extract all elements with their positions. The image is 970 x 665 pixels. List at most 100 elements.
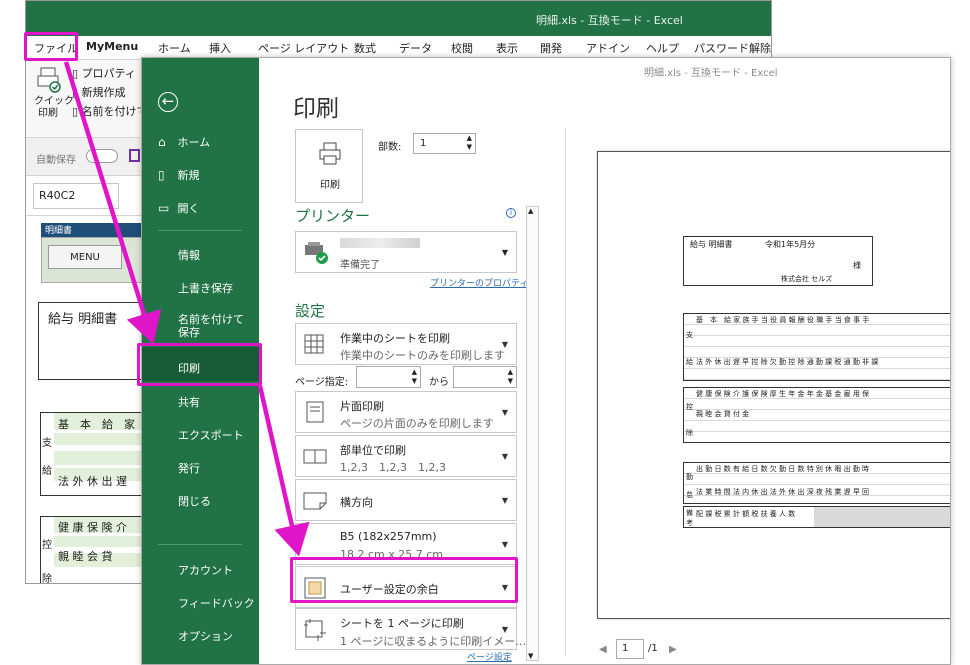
save-icon[interactable]	[129, 149, 140, 162]
page-total: /1	[648, 643, 658, 654]
bg-title-bar: 明細.xls - 互換モード - Excel	[26, 1, 771, 36]
sheet-tab-label: 明細書	[41, 223, 151, 237]
nav-new[interactable]: ▯ 新規	[158, 167, 200, 183]
tab-password-unlock[interactable]: パスワード解除	[694, 40, 771, 56]
pages-to-input[interactable]: ▲ ▼	[453, 366, 517, 388]
preview-row-hougai: 法 外 休 出 遅 早 控 除 欠 勤 控 除 通 勤 課 税 通 勤 非 課	[696, 358, 879, 366]
scroll-down-icon[interactable]: ▼	[528, 652, 533, 660]
printer-name-blurred	[340, 238, 420, 248]
printer-select[interactable]: 準備完了 ▼	[295, 231, 517, 273]
pages-from-spinner[interactable]: ▲ ▼	[412, 368, 417, 386]
settings-scrollbar[interactable]: ▲ ▼	[526, 206, 539, 661]
preview-row-shukkin: 出 勤 日 数 有 給 日 数 欠 勤 日 数 特 別 休 暇 出 勤 時	[696, 465, 870, 473]
copies-value: 1	[420, 138, 427, 149]
nav-print[interactable]: 印刷	[178, 360, 200, 376]
folder-icon: ▭	[158, 201, 170, 215]
nav-separator	[158, 230, 242, 231]
chevron-down-icon: ▼	[501, 625, 508, 634]
prev-page-icon[interactable]: ◀	[599, 644, 607, 655]
tab-help[interactable]: ヘルプ	[646, 40, 679, 56]
nav-save-as[interactable]: 名前を付けて保存	[178, 313, 248, 339]
nav-options[interactable]: オプション	[178, 628, 233, 644]
back-button[interactable]: ←	[158, 92, 178, 112]
tab-page-layout[interactable]: ページ レイアウト	[258, 40, 349, 56]
fit-sheet-icon	[304, 619, 326, 641]
chevron-down-icon: ▼	[501, 583, 508, 592]
page-number-input[interactable]: 1	[616, 639, 644, 659]
printer-properties-link[interactable]: プリンターのプロパティ	[430, 276, 528, 289]
nav-info[interactable]: 情報	[178, 247, 200, 263]
save-as-button[interactable]: ▯ 名前を付けて	[72, 103, 148, 119]
side-label-jo: 除	[42, 574, 52, 584]
chevron-down-icon: ▼	[501, 408, 508, 417]
tab-insert[interactable]: 挿入	[209, 40, 231, 56]
setting-main: 片面印刷	[340, 400, 384, 413]
nav-share[interactable]: 共有	[178, 394, 200, 410]
setting-paper-size[interactable]: B5 (182x257mm) 18.2 cm x 25.7 cm ▼	[295, 523, 517, 565]
sheet-title: 給与 明細書	[48, 312, 118, 327]
tab-developer[interactable]: 開発	[540, 40, 562, 56]
chevron-down-icon: ▼	[501, 452, 508, 461]
setting-scaling[interactable]: シートを 1 ページに印刷 1 ページに収まるように印刷イメー… ▼	[295, 608, 526, 650]
chevron-down-icon: ▼	[501, 496, 508, 505]
quick-print-label[interactable]: クイック 印刷	[34, 96, 74, 120]
pages-to-label: から	[429, 377, 449, 388]
scroll-up-icon[interactable]: ▲	[528, 207, 533, 215]
nav-close[interactable]: 閉じる	[178, 493, 211, 509]
sheet-row-kenkou: 健 康 保 険 介	[58, 521, 127, 534]
copies-spinner[interactable]: ▲ ▼	[467, 134, 472, 152]
nav-new-label: 新規	[177, 169, 200, 182]
tab-review[interactable]: 校閲	[451, 40, 473, 56]
setting-sub: 作業中のシートのみを印刷します	[340, 349, 505, 362]
nav-publish[interactable]: 発行	[178, 460, 200, 476]
setting-sub: 1,2,3 1,2,3 1,2,3	[340, 461, 446, 474]
tab-data[interactable]: データ	[399, 40, 432, 56]
info-icon[interactable]: i	[506, 208, 516, 218]
tab-addins[interactable]: アドイン	[586, 40, 630, 56]
preview-side-mu: 怠	[686, 491, 693, 499]
setting-print-active-sheet[interactable]: 作業中のシートを印刷 作業中のシートのみを印刷します ▼	[295, 323, 517, 365]
home-icon: ⌂	[158, 135, 166, 149]
tab-view[interactable]: 表示	[496, 40, 518, 56]
pages-from-input[interactable]: ▲ ▼	[356, 366, 421, 388]
bg-window-title: 明細.xls - 互換モード - Excel	[536, 14, 683, 27]
print-heading: 印刷	[293, 96, 339, 122]
name-box[interactable]: R40C2	[33, 183, 119, 209]
setting-main: B5 (182x257mm)	[340, 530, 437, 543]
nav-feedback[interactable]: フィードバック	[178, 595, 255, 611]
next-page-icon[interactable]: ▶	[669, 644, 677, 655]
setting-orientation[interactable]: 横方向 ▼	[295, 479, 517, 521]
preview-side-shi: 支	[686, 331, 693, 339]
chevron-down-icon: ▼	[501, 540, 508, 549]
preview-row-kazei: 配 課 税 累 計 額 税 扶 養 人 数	[696, 510, 796, 518]
preview-row-shinboku: 親 睦 会 貸 付 金	[696, 410, 750, 418]
backstage-nav: ← ⌂ ホーム ▯ 新規 ▭ 開く 情報 上書き保存 名前を付けて保存 印刷 共…	[142, 58, 259, 664]
sheet-grid-icon	[304, 334, 324, 354]
new-button[interactable]: ▯ 新規作成	[72, 84, 126, 100]
nav-account[interactable]: アカウント	[178, 562, 233, 578]
property-button[interactable]: ▯ プロパティ	[72, 65, 136, 81]
pages-label: ページ指定:	[295, 377, 349, 388]
tab-formulas[interactable]: 数式	[354, 40, 376, 56]
new-document-icon: ▯	[158, 168, 165, 182]
copies-input[interactable]: 1 ▲ ▼	[413, 133, 476, 154]
autosave-label: 自動保存	[36, 155, 76, 166]
nav-export[interactable]: エクスポート	[178, 427, 244, 443]
nav-overwrite-save[interactable]: 上書き保存	[178, 280, 233, 296]
print-button[interactable]: 印刷	[295, 129, 363, 203]
nav-open[interactable]: ▭ 開く	[158, 200, 200, 216]
tab-mymenu[interactable]: MyMenu	[86, 40, 138, 53]
setting-custom-margins[interactable]: ユーザー設定の余白 ▼	[295, 566, 517, 608]
tab-home[interactable]: ホーム	[158, 40, 191, 56]
tab-file[interactable]: ファイル	[34, 40, 78, 56]
side-label-kou: 控	[42, 540, 52, 551]
pages-to-spinner[interactable]: ▲ ▼	[508, 368, 513, 386]
side-label-kyu: 給	[42, 466, 52, 477]
setting-collated[interactable]: 部単位で印刷 1,2,3 1,2,3 1,2,3 ▼	[295, 435, 517, 477]
nav-home[interactable]: ⌂ ホーム	[158, 134, 210, 150]
preview-side-kou: 控	[686, 403, 693, 411]
page-setup-link[interactable]: ページ設定	[467, 650, 512, 663]
menu-button[interactable]: MENU	[48, 245, 122, 269]
setting-single-sided[interactable]: 片面印刷 ページの片面のみを印刷します ▼	[295, 391, 517, 433]
autosave-toggle[interactable]	[86, 149, 118, 163]
